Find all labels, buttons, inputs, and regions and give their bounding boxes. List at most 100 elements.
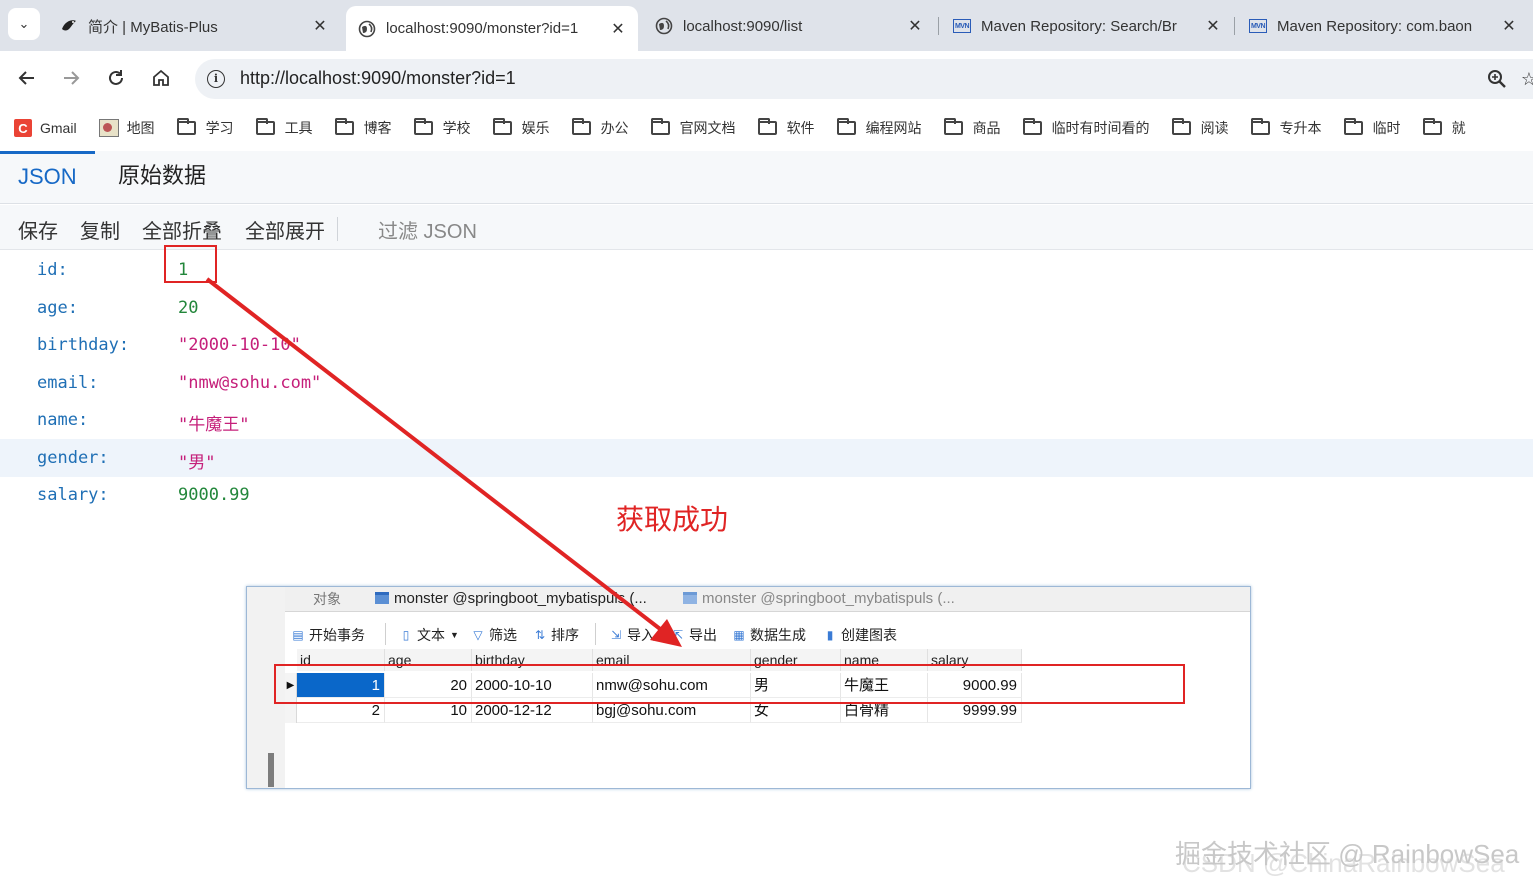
home-icon	[153, 69, 169, 86]
home-button[interactable]	[148, 65, 174, 91]
folder-icon	[1343, 118, 1363, 135]
json-key: name:	[37, 410, 89, 430]
json-row: age: 20	[0, 289, 1533, 327]
table-icon	[683, 592, 697, 604]
close-icon[interactable]: ✕	[905, 16, 925, 36]
data-generation-button[interactable]: ▦ 数据生成	[732, 625, 806, 645]
scrollbar[interactable]	[268, 753, 274, 787]
json-key: birthday:	[37, 335, 130, 355]
bookmark-folder[interactable]: 官网文档	[650, 118, 736, 138]
mvn-icon: MVN	[1249, 17, 1267, 35]
filter-json-input[interactable]: 过滤 JSON	[378, 215, 477, 244]
chevron-down-icon: ⌄	[18, 16, 30, 31]
bookmark-folder[interactable]: 就	[1422, 118, 1466, 138]
json-key: email:	[37, 373, 99, 393]
json-value: "牛魔王"	[178, 415, 250, 435]
json-row: email: "nmw@sohu.com"	[0, 364, 1533, 402]
folder-icon	[255, 118, 275, 135]
mvn-icon: MVN	[953, 17, 971, 35]
close-icon[interactable]: ✕	[310, 16, 330, 36]
zoom-icon[interactable]	[1487, 69, 1507, 94]
tab-maven-search[interactable]: MVN Maven Repository: Search/Br ✕	[941, 6, 1233, 46]
bookmark-folder[interactable]: 学校	[413, 118, 471, 138]
bookmark-folder[interactable]: 博客	[334, 118, 392, 138]
folder-icon	[1022, 118, 1042, 135]
db-tab-monster-active[interactable]: monster @springboot_mybatispuls (...	[375, 589, 647, 611]
json-key: salary:	[37, 485, 109, 505]
tab-mybatis-plus[interactable]: 简介 | MyBatis-Plus ✕	[48, 6, 340, 46]
forward-arrow-icon	[64, 71, 80, 85]
bookmark-folder[interactable]: 办公	[571, 118, 629, 138]
globe-icon	[358, 20, 376, 38]
tab-title: Maven Repository: Search/Br	[981, 17, 1177, 35]
json-key: id:	[37, 260, 68, 280]
tab-maven-com[interactable]: MVN Maven Repository: com.baon ✕	[1237, 6, 1529, 46]
folder-icon	[1422, 118, 1442, 135]
export-button[interactable]: ⇱ 导出	[671, 625, 717, 645]
bookmark-folder[interactable]: 临时	[1343, 118, 1401, 138]
tab-raw-data[interactable]: 原始数据	[100, 151, 224, 204]
back-button[interactable]	[14, 65, 40, 91]
folder-icon	[650, 118, 670, 135]
forward-button[interactable]	[58, 65, 84, 91]
copy-button[interactable]: 复制	[80, 215, 120, 244]
tab-divider	[938, 17, 939, 35]
tab-json[interactable]: JSON	[0, 151, 95, 204]
bookmark-folder[interactable]: 阅读	[1171, 118, 1229, 138]
filter-button[interactable]: ▽ 筛选	[471, 625, 517, 645]
sort-button[interactable]: ⇅ 排序	[533, 625, 579, 645]
table-icon	[375, 592, 389, 604]
folder-icon	[757, 118, 777, 135]
json-key: age:	[37, 298, 78, 318]
dropdown-icon: ▼	[450, 630, 459, 640]
url-text[interactable]: http://localhost:9090/monster?id=1	[240, 68, 516, 89]
bookmark-folder[interactable]: 临时有时间看的	[1022, 118, 1150, 138]
funnel-icon: ▽	[473, 628, 483, 642]
collapse-all-button[interactable]: 全部折叠	[142, 215, 222, 244]
folder-icon	[1171, 118, 1191, 135]
json-viewer-tabs: JSON 原始数据	[0, 151, 1533, 204]
json-value: "男"	[178, 453, 216, 473]
json-value: "2000-10-10"	[178, 335, 301, 355]
bookmark-folder[interactable]: 学习	[176, 118, 234, 138]
bookmark-gmail[interactable]: C Gmail	[14, 119, 77, 137]
close-icon[interactable]: ✕	[1203, 16, 1223, 36]
import-button[interactable]: ⇲ 导入	[609, 625, 655, 645]
gmail-icon: C	[14, 119, 32, 137]
begin-transaction-button[interactable]: ▤ 开始事务	[291, 625, 365, 645]
bookmark-map[interactable]: 地图	[98, 118, 155, 138]
document-icon: ▯	[402, 628, 410, 642]
info-icon[interactable]: i	[207, 70, 225, 88]
json-value: 20	[178, 298, 199, 318]
tab-title: 简介 | MyBatis-Plus	[88, 18, 218, 36]
bookmark-folder[interactable]: 软件	[757, 118, 815, 138]
map-icon	[98, 119, 119, 137]
address-bar[interactable]: i http://localhost:9090/monster?id=1 ☆	[195, 59, 1533, 99]
import-icon: ⇲	[610, 628, 622, 642]
tab-divider	[1234, 17, 1235, 35]
bookmark-folder[interactable]: 编程网站	[836, 118, 922, 138]
tab-search-button[interactable]: ⌄	[8, 8, 40, 40]
db-tab-monster[interactable]: monster @springboot_mybatispuls (...	[683, 589, 955, 611]
bookmark-star-icon[interactable]: ☆	[1521, 69, 1533, 90]
tab-title: localhost:9090/list	[683, 17, 803, 35]
create-chart-button[interactable]: ▮ 创建图表	[823, 625, 897, 645]
bookmark-folder[interactable]: 工具	[255, 118, 313, 138]
save-button[interactable]: 保存	[18, 215, 58, 244]
browser-toolbar: i http://localhost:9090/monster?id=1 ☆	[0, 51, 1533, 108]
folder-icon	[836, 118, 856, 135]
expand-all-button[interactable]: 全部展开	[245, 215, 325, 244]
json-row: id: 1	[0, 251, 1533, 289]
tab-list[interactable]: localhost:9090/list ✕	[643, 6, 935, 46]
bookmark-folder[interactable]: 专升本	[1250, 118, 1322, 138]
json-value: 9000.99	[178, 485, 250, 505]
tab-monster[interactable]: localhost:9090/monster?id=1 ✕	[346, 6, 638, 51]
close-icon[interactable]: ✕	[1499, 16, 1519, 36]
action-divider	[337, 217, 338, 241]
bookmark-folder[interactable]: 商品	[943, 118, 1001, 138]
close-icon[interactable]: ✕	[608, 19, 628, 39]
db-tab-objects[interactable]: 对象	[313, 589, 341, 611]
reload-button[interactable]	[103, 65, 129, 91]
bookmark-folder[interactable]: 娱乐	[492, 118, 550, 138]
text-button[interactable]: ▯ 文本 ▼	[399, 625, 459, 645]
